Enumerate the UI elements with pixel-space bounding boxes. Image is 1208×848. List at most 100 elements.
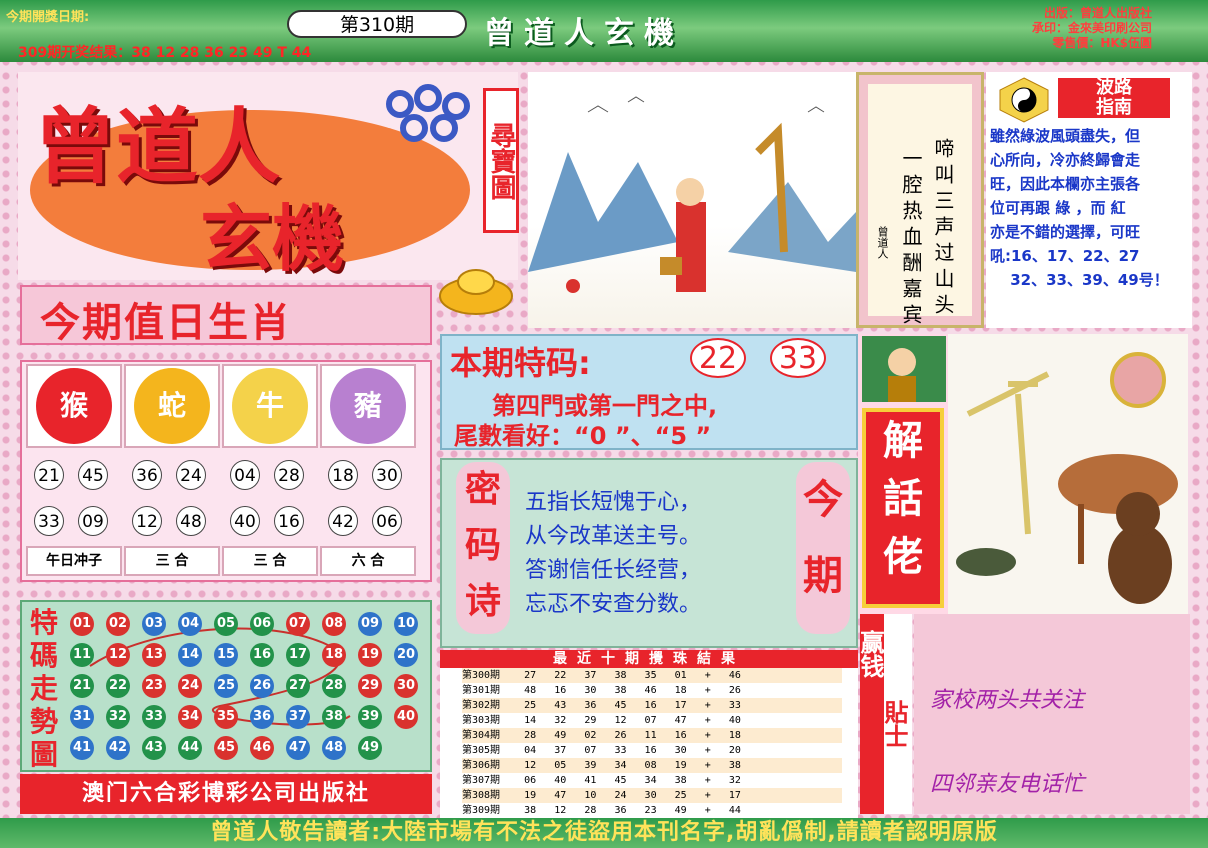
header-title: 曾道人玄機 xyxy=(484,16,684,51)
zodiac-number: 30 xyxy=(372,460,402,490)
trend-ball: 46 xyxy=(250,736,274,760)
zodiac-number: 36 xyxy=(132,460,162,490)
trend-label: 特碼走勢圖 xyxy=(29,606,58,771)
old-man-icon xyxy=(862,336,946,402)
trend-ball: 27 xyxy=(286,674,310,698)
coins-icon xyxy=(386,84,470,142)
trend-ball: 35 xyxy=(214,705,238,729)
gold-ingot-icon xyxy=(439,269,513,315)
trend-ball: 10 xyxy=(394,612,418,636)
trend-ball: 23 xyxy=(142,674,166,698)
issue-number: 第310期 xyxy=(287,10,467,38)
history-row: 第304期 28 49 02 26 11 16 + 18 xyxy=(462,728,842,743)
trend-ball: 01 xyxy=(70,612,94,636)
trend-ball: 06 xyxy=(250,612,274,636)
zodiac-number: 12 xyxy=(132,506,162,536)
trend-ball: 31 xyxy=(70,705,94,729)
trend-ball: 26 xyxy=(250,674,274,698)
zodiac-animal-icon: 豬 xyxy=(330,368,406,444)
guide-line: 亦是不錯的選擇，可旺 xyxy=(990,223,1141,241)
history-row: 第306期 12 05 39 34 08 19 + 38 xyxy=(462,758,842,773)
yin-yang-icon xyxy=(999,77,1049,123)
trend-ball: 34 xyxy=(178,705,202,729)
zodiac-image-cell: 蛇 xyxy=(124,364,220,448)
tips-line1: 家校两头共关注 xyxy=(930,688,1085,713)
special-title: 本期特码: xyxy=(450,344,591,382)
zodiac-number: 04 xyxy=(230,460,260,490)
zodiac-number: 28 xyxy=(274,460,304,490)
trend-ball: 41 xyxy=(70,736,94,760)
history-row: 第302期 25 43 36 45 16 17 + 33 xyxy=(462,698,842,713)
treasure-map-badge: 尋寶圖 xyxy=(483,88,519,233)
trend-ball: 08 xyxy=(322,612,346,636)
trend-ball: 37 xyxy=(286,705,310,729)
special-number: 22 xyxy=(690,338,746,378)
guide-line: 旺，因此本欄亦主張各 xyxy=(990,175,1141,193)
special-number: 33 xyxy=(770,338,826,378)
zodiac-relation-label: 三 合 xyxy=(222,546,318,576)
trend-ball: 42 xyxy=(106,736,130,760)
guide-line: 吼:16、17、22、27 xyxy=(990,247,1140,265)
footer-notice: 曾道人敬告讀者:大陸市場有不法之徒盜用本刊名字,胡亂僞制,請讀者認明原版 xyxy=(0,818,1208,848)
special-hint-line2: 尾數看好：“0 ”、“5 ” xyxy=(454,422,712,450)
history-row: 第305期 04 37 07 33 16 30 + 20 xyxy=(462,743,842,758)
publisher-info: 出版：曾道人出版社 承印：金來美印刷公司 零售價：HK$伍圓 xyxy=(1032,6,1152,51)
zodiac-number: 33 xyxy=(34,506,64,536)
trend-ball: 33 xyxy=(142,705,166,729)
trend-ball: 13 xyxy=(142,643,166,667)
wave-guide-title-top: 波路 xyxy=(1096,77,1132,98)
trend-ball: 17 xyxy=(286,643,310,667)
zodiac-number: 42 xyxy=(328,506,358,536)
guide-line: 32、33、39、49号！ xyxy=(990,271,1169,289)
trend-ball: 43 xyxy=(142,736,166,760)
zodiac-title: 今期值日生肖 xyxy=(40,300,292,346)
zodiac-number: 40 xyxy=(230,506,260,536)
scene-drawing xyxy=(528,96,856,293)
history-title: 最近十期攪珠結果 xyxy=(440,650,858,668)
wave-guide-title: 波路 指南 xyxy=(1058,78,1170,118)
trend-ball: 47 xyxy=(286,736,310,760)
publisher-line: 出版：曾道人出版社 xyxy=(1044,6,1153,20)
zodiac-number: 09 xyxy=(78,506,108,536)
zodiac-number: 48 xyxy=(176,506,206,536)
zodiac-relation-label: 六 合 xyxy=(320,546,416,576)
trend-ball: 36 xyxy=(250,705,274,729)
tips-label-tips: 貼士 xyxy=(880,700,908,748)
tips-line2: 四邻亲友电话忙 xyxy=(930,772,1085,797)
poem-line-left: 一腔热血酬嘉宾 xyxy=(899,148,923,330)
history-row: 第301期 48 16 30 38 46 18 + 26 xyxy=(462,683,842,698)
previous-result: 309期开奖结果：38 12 28 36 23 49 T 44 xyxy=(18,45,312,61)
trend-ball: 14 xyxy=(178,643,202,667)
code-poem-current-label: 今期 xyxy=(796,462,850,634)
tips-label-win: 赢钱 xyxy=(856,630,884,678)
trend-ball: 18 xyxy=(322,643,346,667)
zodiac-image-cell: 牛 xyxy=(222,364,318,448)
trend-ball: 09 xyxy=(358,612,382,636)
logo-sub-text: 玄機 xyxy=(200,196,345,281)
trend-ball: 25 xyxy=(214,674,238,698)
zodiac-number: 18 xyxy=(328,460,358,490)
trend-ball: 16 xyxy=(250,643,274,667)
poem-signature: 曾道人 xyxy=(876,226,889,259)
jiehua-title: 解話佬 xyxy=(862,408,944,608)
code-poem-label: 密码诗 xyxy=(456,462,510,634)
trend-ball: 15 xyxy=(214,643,238,667)
trend-ball: 04 xyxy=(178,612,202,636)
trend-ball: 29 xyxy=(358,674,382,698)
zodiac-number: 16 xyxy=(274,506,304,536)
trend-ball: 11 xyxy=(70,643,94,667)
guide-line: 心所向，冷亦終歸會走 xyxy=(990,151,1141,169)
trend-ball: 03 xyxy=(142,612,166,636)
trend-ball: 45 xyxy=(214,736,238,760)
trend-ball: 05 xyxy=(214,612,238,636)
zodiac-relation-label: 三 合 xyxy=(124,546,220,576)
code-poem-line: 答谢信任长经营， xyxy=(525,558,702,583)
trend-ball: 12 xyxy=(106,643,130,667)
deer-monkey-drawing xyxy=(956,352,1178,604)
zodiac-number: 45 xyxy=(78,460,108,490)
poem-line-right: 啼叫三声过山头 xyxy=(931,138,955,320)
trend-ball: 19 xyxy=(358,643,382,667)
trend-ball: 07 xyxy=(286,612,310,636)
publisher-bar: 澳门六合彩博彩公司出版社 xyxy=(20,774,432,814)
zodiac-number: 24 xyxy=(176,460,206,490)
